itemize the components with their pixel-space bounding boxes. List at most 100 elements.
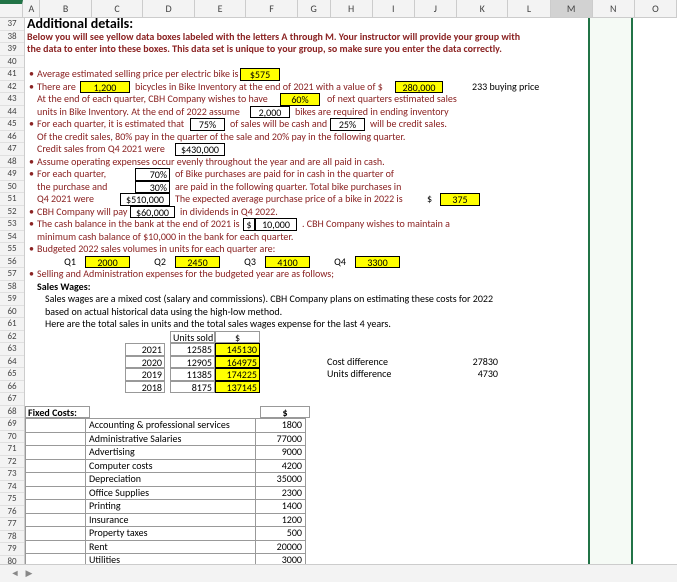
row-header-55[interactable]: 55 xyxy=(0,243,24,256)
row-header-73[interactable]: 73 xyxy=(0,468,24,481)
input-credit-pct[interactable]: 25% xyxy=(330,118,365,131)
row-header-51[interactable]: 51 xyxy=(0,193,24,206)
fc-label: Printing xyxy=(86,500,256,514)
row-header-53[interactable]: 53 xyxy=(0,218,24,231)
col-header-N[interactable]: N xyxy=(593,0,635,17)
row-header-45[interactable]: 45 xyxy=(0,118,24,131)
fc-label: Rent xyxy=(86,540,256,554)
col-header-M[interactable]: M xyxy=(551,0,593,17)
row-header-76[interactable]: 76 xyxy=(0,506,24,519)
table-row: Property taxes500 xyxy=(26,527,306,541)
row-header-50[interactable]: 50 xyxy=(0,181,24,194)
history-expense[interactable]: 137145 xyxy=(215,381,260,394)
fc-value: 2300 xyxy=(256,486,306,500)
row-header-40[interactable]: 40 xyxy=(0,56,24,69)
fc-label: Insurance xyxy=(86,513,256,527)
row-header-57[interactable]: 57 xyxy=(0,268,24,281)
input-cash-pct[interactable]: 75% xyxy=(190,118,225,131)
row-header-44[interactable]: 44 xyxy=(0,106,24,119)
row-header-74[interactable]: 74 xyxy=(0,481,24,494)
input-purchase-price[interactable]: 375 xyxy=(440,193,480,206)
fc-value: 20000 xyxy=(256,540,306,554)
history-expense[interactable]: 164975 xyxy=(215,356,260,369)
history-units: 11385 xyxy=(170,368,215,381)
row-header-79[interactable]: 79 xyxy=(0,543,24,556)
input-q4-credit-sales[interactable]: $430,000 xyxy=(175,143,225,156)
col-header-J[interactable]: J xyxy=(415,0,457,17)
row-header-58[interactable]: 58 xyxy=(0,281,24,294)
row-header-64[interactable]: 64 xyxy=(0,356,24,369)
row-header-78[interactable]: 78 xyxy=(0,531,24,544)
fc-label: Advertising xyxy=(86,446,256,460)
input-q4-purchases[interactable]: $510,000 xyxy=(120,193,170,206)
grid-area[interactable]: Additional details: Below you will see y… xyxy=(25,18,677,564)
row-header-56[interactable]: 56 xyxy=(0,256,24,269)
col-header-F[interactable]: F xyxy=(246,0,297,17)
row-header-54[interactable]: 54 xyxy=(0,231,24,244)
history-expense[interactable]: 174225 xyxy=(215,368,260,381)
input-selling-price[interactable]: $575 xyxy=(240,68,280,81)
hdr-dollar: $ xyxy=(215,331,260,344)
row-header-60[interactable]: 60 xyxy=(0,306,24,319)
row-header-52[interactable]: 52 xyxy=(0,206,24,219)
col-header-D[interactable]: D xyxy=(143,0,194,17)
input-ending-pct[interactable]: 60% xyxy=(280,93,320,106)
input-q4[interactable]: 3300 xyxy=(355,256,400,269)
col-header-H[interactable]: H xyxy=(331,0,373,17)
row-header-69[interactable]: 69 xyxy=(0,418,24,431)
prev-sheet-icon[interactable]: ◄ xyxy=(8,567,22,581)
row-header-47[interactable]: 47 xyxy=(0,143,24,156)
col-header-E[interactable]: E xyxy=(195,0,246,17)
next-sheet-icon[interactable]: ▶ xyxy=(22,567,36,581)
table-row: Advertising9000 xyxy=(26,446,306,460)
col-header-I[interactable]: I xyxy=(373,0,415,17)
sheet-tab-bar: ◄ ▶ xyxy=(0,564,677,582)
row-header-62[interactable]: 62 xyxy=(0,331,24,344)
row-header-72[interactable]: 72 xyxy=(0,456,24,469)
col-header-G[interactable]: G xyxy=(298,0,331,17)
row-header-67[interactable]: 67 xyxy=(0,393,24,406)
row-header-66[interactable]: 66 xyxy=(0,381,24,394)
col-header-B[interactable]: B xyxy=(40,0,91,17)
col-header-O[interactable]: O xyxy=(635,0,677,17)
input-cash-balance[interactable]: 10,000 xyxy=(255,218,297,231)
line53a: The cash balance in the bank at the end … xyxy=(35,218,242,231)
row-header-37[interactable]: 37 xyxy=(0,18,24,31)
row-header-49[interactable]: 49 xyxy=(0,168,24,181)
row-header-70[interactable]: 70 xyxy=(0,431,24,444)
line51b: The expected average purchase price of a… xyxy=(173,193,405,206)
fc-value: 500 xyxy=(256,527,306,541)
line49b: of Bike purchases are paid for in cash i… xyxy=(173,168,396,181)
row-header-65[interactable]: 65 xyxy=(0,368,24,381)
table-row: Office Supplies2300 xyxy=(26,486,306,500)
history-expense[interactable]: 145130 xyxy=(215,343,260,356)
history-year: 2019 xyxy=(125,368,165,381)
row-header-42[interactable]: 42 xyxy=(0,81,24,94)
line47a: Credit sales from Q4 2021 were xyxy=(35,143,167,156)
row-header-41[interactable]: 41 xyxy=(0,68,24,81)
row-header-59[interactable]: 59 xyxy=(0,293,24,306)
col-header-A[interactable]: A xyxy=(23,0,40,17)
line45b: of sales will be cash and xyxy=(228,118,329,131)
row-header-48[interactable]: 48 xyxy=(0,156,24,169)
row-header-43[interactable]: 43 xyxy=(0,93,24,106)
line57: Selling and Administration expenses for … xyxy=(35,268,336,281)
fc-value: 35000 xyxy=(256,473,306,487)
row-header-63[interactable]: 63 xyxy=(0,343,24,356)
input-purch-cash-pct[interactable]: 70% xyxy=(135,168,170,181)
row-header-68[interactable]: 68 xyxy=(0,406,24,419)
row-header-75[interactable]: 75 xyxy=(0,493,24,506)
line49a: For each quarter, xyxy=(35,168,108,181)
col-header-L[interactable]: L xyxy=(508,0,550,17)
row-header-46[interactable]: 46 xyxy=(0,131,24,144)
col-header-K[interactable]: K xyxy=(457,0,508,17)
row-header-77[interactable]: 77 xyxy=(0,518,24,531)
row-header-38[interactable]: 38 xyxy=(0,31,24,44)
select-all-corner[interactable] xyxy=(0,0,23,17)
row-header-71[interactable]: 71 xyxy=(0,443,24,456)
row-header-39[interactable]: 39 xyxy=(0,43,24,56)
input-purch-next-pct[interactable]: 30% xyxy=(135,181,170,194)
table-row: Depreciation35000 xyxy=(26,473,306,487)
row-header-61[interactable]: 61 xyxy=(0,318,24,331)
col-header-C[interactable]: C xyxy=(92,0,143,17)
